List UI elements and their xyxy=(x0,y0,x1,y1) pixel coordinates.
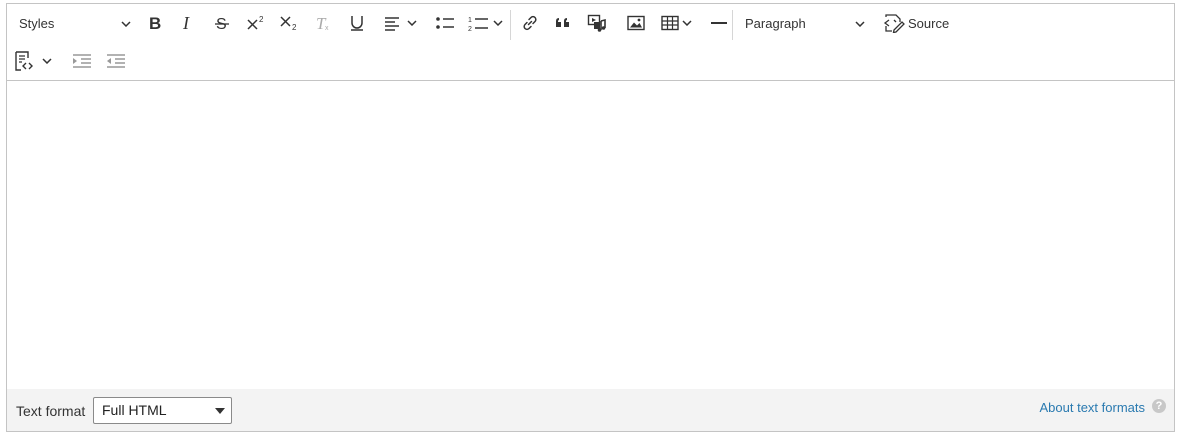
subscript-button[interactable]: 2 xyxy=(276,8,302,38)
text-format-bar: Text format Full HTML About text formats… xyxy=(6,389,1175,432)
blockquote-icon xyxy=(556,18,569,27)
text-align-icon xyxy=(385,17,399,31)
chevron-down-icon xyxy=(42,58,52,64)
subscript-icon: 2 xyxy=(280,16,297,32)
heading-dropdown[interactable]: Paragraph xyxy=(739,8,867,38)
indent-icon xyxy=(73,54,91,68)
blockquote-button[interactable] xyxy=(550,8,576,38)
toolbar-separator xyxy=(510,10,511,40)
svg-text:2: 2 xyxy=(468,26,472,32)
link-button[interactable] xyxy=(517,8,543,38)
remove-format-button[interactable]: Tx xyxy=(310,8,336,38)
underline-icon xyxy=(351,16,363,31)
underline-button[interactable] xyxy=(344,8,370,38)
source-icon xyxy=(883,14,905,33)
code-block-icon xyxy=(15,51,33,71)
styles-dropdown[interactable]: Styles xyxy=(13,8,131,38)
bold-icon: B xyxy=(149,15,161,31)
chevron-down-icon xyxy=(121,21,131,27)
heading-dropdown-label: Paragraph xyxy=(745,15,806,31)
help-icon[interactable]: ? xyxy=(1152,399,1166,413)
svg-text:x: x xyxy=(325,25,329,31)
about-text-formats-link[interactable]: About text formats xyxy=(1040,400,1146,415)
indent-button[interactable] xyxy=(69,46,95,76)
strikethrough-button[interactable]: S xyxy=(209,8,235,38)
bulleted-list-button[interactable] xyxy=(432,8,458,38)
link-icon xyxy=(523,15,537,31)
superscript-button[interactable]: 2 xyxy=(243,8,269,38)
media-embed-button[interactable] xyxy=(584,8,610,38)
chevron-down-icon xyxy=(407,20,417,26)
outdent-icon xyxy=(107,54,125,68)
svg-text:I: I xyxy=(182,15,190,31)
media-embed-icon xyxy=(587,14,606,32)
table-icon xyxy=(661,15,679,31)
styles-dropdown-label: Styles xyxy=(19,15,55,31)
source-label: Source xyxy=(908,15,950,31)
editor-toolbar: Styles B I S 2 2 Tx 1 2 Paragraph Source xyxy=(7,4,1174,81)
image-button[interactable] xyxy=(623,8,649,38)
table-dropdown[interactable] xyxy=(661,8,699,38)
chevron-down-icon xyxy=(682,20,692,26)
toolbar-separator xyxy=(732,10,733,40)
alignment-dropdown[interactable] xyxy=(383,8,425,38)
chevron-down-icon xyxy=(855,21,865,27)
italic-button[interactable]: I xyxy=(175,8,201,38)
bulleted-list-icon xyxy=(436,17,454,29)
text-format-value: Full HTML xyxy=(102,402,167,418)
strikethrough-icon: S xyxy=(215,16,229,31)
italic-icon: I xyxy=(182,15,190,31)
svg-text:2: 2 xyxy=(292,23,297,32)
editor-content-area[interactable] xyxy=(7,81,1174,389)
rich-text-editor: Styles B I S 2 2 Tx 1 2 Paragraph Source xyxy=(6,3,1175,389)
caret-down-icon xyxy=(215,408,225,414)
outdent-button[interactable] xyxy=(103,46,129,76)
svg-text:1: 1 xyxy=(468,17,472,24)
text-format-label: Text format xyxy=(16,403,86,419)
remove-format-icon: Tx xyxy=(316,15,329,31)
bold-button[interactable]: B xyxy=(142,8,168,38)
text-format-select[interactable]: Full HTML xyxy=(93,397,232,424)
source-button[interactable]: Source xyxy=(883,8,959,38)
numbered-list-icon: 12 xyxy=(468,17,488,32)
image-icon xyxy=(627,15,645,31)
numbered-list-dropdown[interactable]: 12 xyxy=(467,8,509,38)
horizontal-line-button[interactable] xyxy=(706,8,732,38)
superscript-icon: 2 xyxy=(247,15,264,30)
svg-text:B: B xyxy=(149,15,161,31)
svg-text:2: 2 xyxy=(259,15,264,24)
chevron-down-icon xyxy=(493,20,503,26)
code-block-dropdown[interactable] xyxy=(13,46,63,76)
horizontal-line-icon xyxy=(711,22,727,24)
